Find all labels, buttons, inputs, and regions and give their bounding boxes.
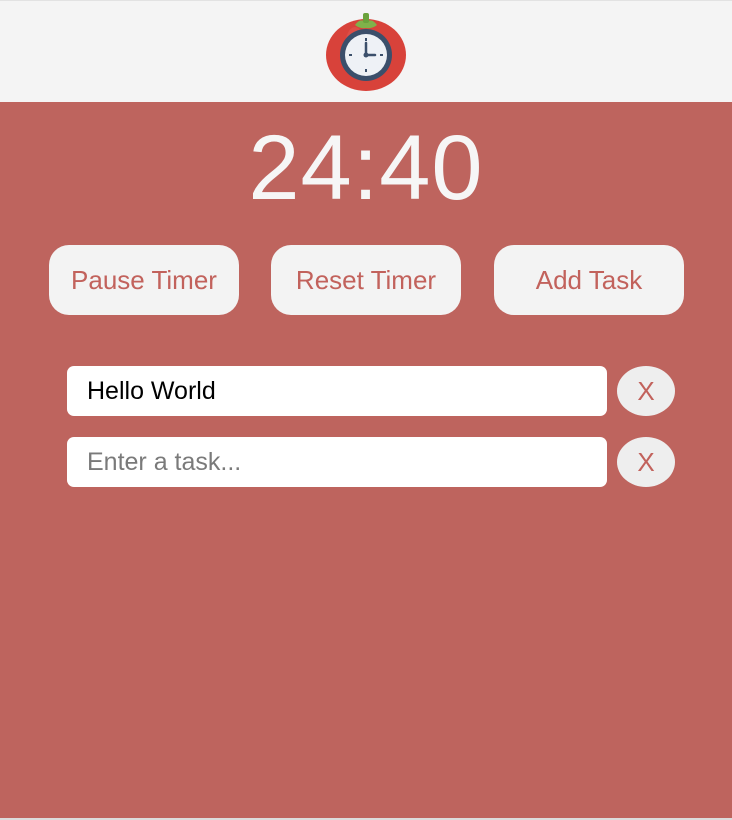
task-input[interactable] (67, 366, 607, 416)
reset-timer-button[interactable]: Reset Timer (271, 245, 461, 315)
task-row: X (67, 366, 677, 418)
remove-task-button[interactable]: X (617, 437, 675, 487)
pomodoro-app: 24:40 Pause Timer Reset Timer Add Task X… (0, 0, 732, 820)
app-header (0, 1, 732, 102)
timer-display: 24:40 (248, 117, 484, 219)
tomato-clock-icon (325, 11, 407, 93)
add-task-button[interactable]: Add Task (494, 245, 684, 315)
task-row: X (67, 437, 677, 489)
timer-panel: 24:40 Pause Timer Reset Timer Add Task X… (0, 102, 732, 818)
task-input[interactable] (67, 437, 607, 487)
pause-timer-button[interactable]: Pause Timer (49, 245, 239, 315)
remove-task-button[interactable]: X (617, 366, 675, 416)
